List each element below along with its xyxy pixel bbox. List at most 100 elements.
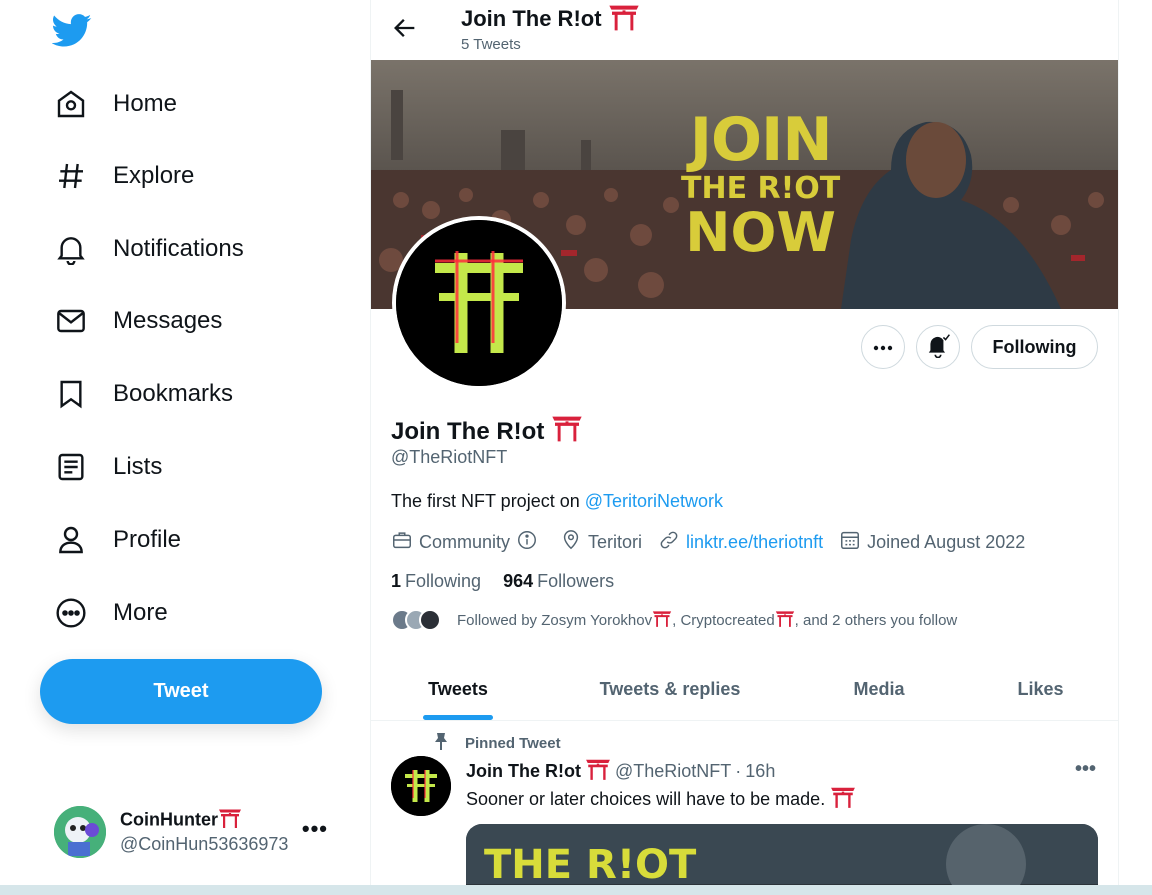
pinned-label: Pinned Tweet [465,734,561,752]
profile-column: Join The R!ot 5 Tweets JOIN THE R!OT NOW [370,0,1119,885]
nav-more[interactable]: More [52,589,168,637]
profile-name-row: Join The R!ot [391,414,583,449]
bell-check-icon [925,332,951,363]
calendar-icon [839,529,867,556]
torii-gate-icon [652,610,672,631]
nav-bookmarks[interactable]: Bookmarks [52,370,233,418]
nav-explore[interactable]: Explore [52,152,194,200]
banner-headline: JOIN THE R!OT NOW [681,110,840,260]
tab-media[interactable]: Media [795,659,963,720]
tweet-time[interactable]: 16h [745,761,775,782]
following-count: 1 [391,571,402,591]
account-name-row: CoinHunter [120,808,288,834]
torii-gate-icon [551,414,583,449]
followers-count-link[interactable]: 964 Followers [503,571,614,592]
nav-profile[interactable]: Profile [52,516,181,564]
torii-gate-icon [218,808,242,834]
account-switcher[interactable]: CoinHunter @CoinHun53636973 ••• [54,804,344,860]
nav-messages-label: Messages [113,307,223,334]
account-name: CoinHunter [120,809,218,830]
active-tab-indicator [423,715,493,720]
nav-bookmarks-label: Bookmarks [113,380,234,407]
nav-notifications-label: Notifications [113,235,244,262]
person-icon [52,521,90,559]
tab-likes[interactable]: Likes [963,659,1118,720]
profile-handle: @TheRiotNFT [391,447,508,467]
list-icon [52,448,90,486]
header-title-row: Join The R!ot [461,3,640,37]
torii-gate-icon [585,758,611,785]
following-button[interactable]: Following [971,325,1098,369]
tweet-button[interactable]: Tweet [40,659,322,724]
nav-profile-label: Profile [113,526,182,553]
torii-gate-icon [775,610,795,631]
nav-home-label: Home [113,90,178,117]
home-icon [52,85,90,123]
tweet-text: Sooner or later choices will have to be … [466,789,826,809]
tweet-more-icon[interactable]: ••• [1075,758,1096,781]
bio-text: The first NFT project on [391,491,585,511]
profile-more-button[interactable] [861,325,905,369]
envelope-icon [52,302,90,340]
avatar [54,806,106,858]
meta-website: linktr.ee/theriotnft [658,529,823,556]
meta-joined: Joined August 2022 [839,529,1025,556]
tweet-media[interactable]: THE R!OT [466,824,1098,885]
follower-avatars [391,609,441,631]
profile-avatar[interactable] [392,216,566,390]
following-count-link[interactable]: 1 Following [391,571,481,592]
more-dots-icon [873,338,893,356]
banner-line-1: JOIN [689,105,833,175]
nav-home[interactable]: Home [52,80,177,128]
briefcase-icon [391,529,419,556]
nav-lists[interactable]: Lists [52,443,162,491]
torii-gate-icon [830,786,856,813]
bell-icon [52,230,90,268]
website-link[interactable]: linktr.ee/theriotnft [686,532,823,553]
tweet-author-avatar[interactable] [391,756,451,816]
nav-more-label: More [113,599,168,626]
followers-count: 964 [503,571,534,591]
torii-gate-icon [608,3,640,37]
avatar [419,609,441,631]
joined-label: Joined August 2022 [867,532,1026,552]
tweet-author-handle[interactable]: @TheRiotNFT [615,761,731,782]
tweet-author-name[interactable]: Join The R!ot [466,761,581,782]
account-more-icon[interactable]: ••• [302,816,328,842]
followers-label: Followers [537,571,615,591]
hashtag-icon [52,157,90,195]
tab-tweets[interactable]: Tweets [371,659,545,720]
followed-by-text-3: , and 2 others you follow [794,611,958,629]
profile-meta: Community Teritori linktr.ee/theriotnft … [391,529,1041,556]
twitter-logo-icon[interactable] [51,10,92,50]
category-label: Community [419,532,511,552]
back-arrow-icon[interactable] [391,14,419,42]
notifications-subscribe-button[interactable] [916,325,960,369]
bio-mention-link[interactable]: @TeritoriNetwork [585,491,723,511]
nav-lists-label: Lists [113,453,163,480]
nav-messages[interactable]: Messages [52,297,222,345]
info-icon[interactable] [516,529,544,556]
profile-name: Join The R!ot [391,417,545,445]
followed-by-text: Followed by Zosym Yorokhov [457,611,653,629]
follow-counts: 1 Following 964 Followers [391,571,636,592]
tab-tweets-replies[interactable]: Tweets & replies [545,659,795,720]
followed-by[interactable]: Followed by Zosym Yorokhov , Cryptocreat… [391,609,957,631]
os-taskbar [0,885,1152,895]
tweet-separator: · [735,761,742,781]
banner-line-3: NOW [685,201,836,264]
location-pin-icon [560,529,588,556]
pin-icon [433,732,449,754]
meta-location: Teritori [560,529,642,556]
sidebar: Home Explore Notifications Messages Book… [0,0,355,885]
nav-explore-label: Explore [113,162,195,189]
profile-tabs: Tweets Tweets & replies Media Likes [371,659,1118,721]
tweet-text-row: Sooner or later choices will have to be … [466,786,856,813]
more-circle-icon [52,594,90,632]
pinned-label-row: Pinned Tweet [433,732,561,754]
nav-notifications[interactable]: Notifications [52,225,244,273]
profile-header-bar: Join The R!ot 5 Tweets [371,0,1118,60]
following-label: Following [405,571,482,591]
tweet-media-text: THE R!OT [484,842,697,885]
header-title: Join The R!ot [461,5,602,31]
